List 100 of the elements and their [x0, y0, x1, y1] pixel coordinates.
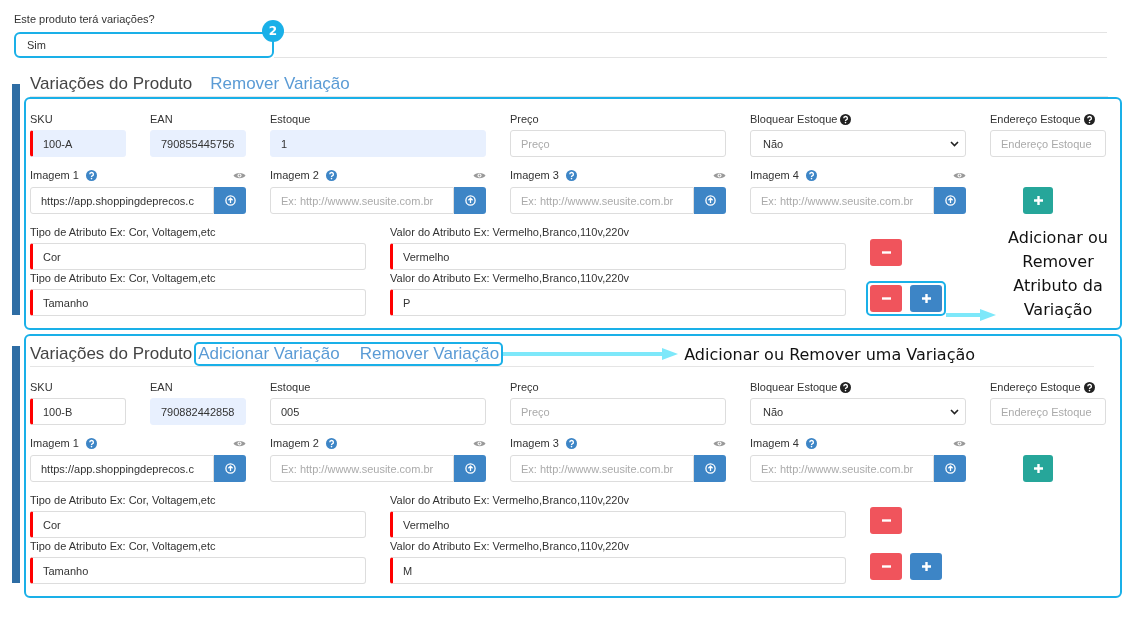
field-label: Bloquear Estoque — [750, 113, 838, 125]
upload-button[interactable] — [214, 455, 246, 482]
upload-button[interactable] — [454, 455, 486, 482]
callout-arrow — [946, 308, 996, 322]
field-label: Preço — [510, 113, 539, 125]
attribute-type-field[interactable]: Cor — [30, 243, 366, 270]
url-field[interactable]: https://app.shoppingdeprecos.c — [30, 455, 214, 482]
attribute-value-field[interactable]: P — [390, 289, 846, 316]
minus-icon — [881, 251, 891, 254]
remove-button[interactable] — [870, 285, 902, 312]
help-icon — [805, 169, 817, 181]
eye-icon — [473, 170, 486, 180]
input-field[interactable]: 100-A — [30, 130, 126, 157]
field-label: Tipo de Atributo Ex: Cor, Voltagem,etc — [30, 272, 216, 284]
field-label: Tipo de Atributo Ex: Cor, Voltagem,etc — [30, 494, 216, 506]
field-label: Imagem 4 — [750, 437, 799, 449]
plus-icon — [1033, 464, 1043, 473]
input-field[interactable]: 790855445756 — [150, 130, 246, 157]
input-field[interactable]: 005 — [270, 398, 486, 425]
attribute-value-field[interactable]: Vermelho — [390, 511, 846, 538]
field-label: Estoque — [270, 381, 311, 393]
remove-button[interactable] — [870, 553, 902, 580]
chevron-icon — [950, 408, 959, 415]
attribute-type-field[interactable]: Tamanho — [30, 289, 366, 316]
minus-icon — [881, 297, 891, 300]
field-label: Estoque — [270, 113, 311, 125]
add-button[interactable] — [910, 285, 942, 312]
plus-icon — [921, 294, 931, 303]
remove-button[interactable] — [870, 507, 902, 534]
upload-icon — [464, 463, 476, 474]
minus-icon — [881, 565, 891, 568]
field-label: Endereço Estoque — [990, 113, 1081, 125]
field-label: Endereço Estoque — [990, 381, 1081, 393]
help-icon — [805, 437, 817, 449]
add-button[interactable] — [910, 553, 942, 580]
upload-icon — [944, 195, 956, 206]
plus-icon — [1033, 196, 1043, 205]
eye-icon — [233, 438, 246, 448]
help-icon — [325, 437, 337, 449]
minus-icon — [881, 519, 891, 522]
upload-icon — [464, 195, 476, 206]
field-label: Imagem 1 — [30, 169, 79, 181]
help-icon — [85, 437, 97, 449]
add-image-button[interactable] — [1023, 187, 1053, 214]
field-label: Tipo de Atributo Ex: Cor, Voltagem,etc — [30, 540, 216, 552]
attribute-type-field[interactable]: Tamanho — [30, 557, 366, 584]
field-label: Bloquear Estoque — [750, 381, 838, 393]
input-field[interactable]: 100-B — [30, 398, 126, 425]
field-label: Preço — [510, 381, 539, 393]
attribute-type-field[interactable]: Cor — [30, 511, 366, 538]
upload-button[interactable] — [934, 187, 966, 214]
select-field[interactable]: Não — [750, 130, 966, 157]
select-field[interactable]: Não — [750, 398, 966, 425]
input-field[interactable]: 1 — [270, 130, 486, 157]
field-label: Valor do Atributo Ex: Vermelho,Branco,110v,220v — [390, 540, 630, 552]
upload-button[interactable] — [694, 455, 726, 482]
eye-icon — [713, 438, 726, 448]
field-label: Imagem 1 — [30, 437, 79, 449]
eye-icon — [713, 170, 726, 180]
upload-icon — [704, 463, 716, 474]
chevron-icon — [950, 140, 959, 147]
upload-icon — [224, 195, 236, 206]
eye-icon — [233, 170, 246, 180]
field-label: EAN — [150, 381, 173, 393]
add-image-button[interactable] — [1023, 455, 1053, 482]
eye-icon — [953, 438, 966, 448]
step-badge: 2 — [262, 20, 284, 42]
field-label: SKU — [30, 113, 53, 125]
eye-icon — [953, 170, 966, 180]
field-label: Imagem 4 — [750, 169, 799, 181]
field-label: Imagem 3 — [510, 437, 559, 449]
upload-button[interactable] — [934, 455, 966, 482]
section-title: Variações do Produto — [30, 74, 193, 94]
upload-button[interactable] — [214, 187, 246, 214]
field-label: Imagem 2 — [270, 169, 319, 181]
help-icon — [85, 169, 97, 181]
upload-icon — [944, 463, 956, 474]
field-label: Imagem 3 — [510, 169, 559, 181]
attribute-value-field[interactable]: M — [390, 557, 846, 584]
upload-button[interactable] — [454, 187, 486, 214]
field-label: Imagem 2 — [270, 437, 319, 449]
field-label: Valor do Atributo Ex: Vermelho,Branco,110v,220v — [390, 272, 630, 284]
help-icon — [565, 437, 577, 449]
field-label: SKU — [30, 381, 53, 393]
upload-button[interactable] — [694, 187, 726, 214]
callout-text: Adicionar ou Remover uma Variação — [684, 344, 976, 364]
remove-button[interactable] — [870, 239, 902, 266]
callout-text: Adicionar ou Remover Atributo da Variação — [1007, 227, 1109, 321]
attribute-value-field[interactable]: Vermelho — [390, 243, 846, 270]
section-title: Variações do Produto — [30, 344, 193, 364]
help-icon — [565, 169, 577, 181]
field-label: EAN — [150, 113, 173, 125]
url-field[interactable]: https://app.shoppingdeprecos.c — [30, 187, 214, 214]
field-label: Valor do Atributo Ex: Vermelho,Branco,110v,220v — [390, 494, 630, 506]
field-label: Valor do Atributo Ex: Vermelho,Branco,110v,220v — [390, 226, 630, 238]
upload-icon — [224, 463, 236, 474]
field-label: Tipo de Atributo Ex: Cor, Voltagem,etc — [30, 226, 216, 238]
plus-icon — [921, 562, 931, 571]
input-field[interactable]: 790882442858 — [150, 398, 246, 425]
eye-icon — [473, 438, 486, 448]
